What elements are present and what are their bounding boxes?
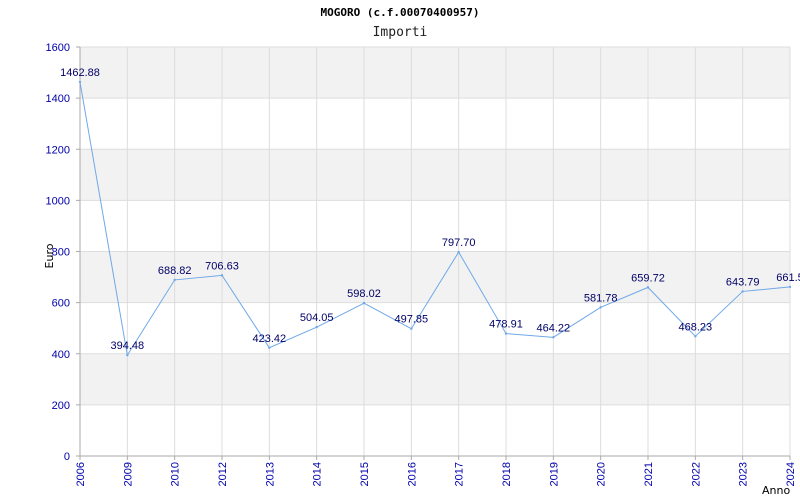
- y-tick-label: 400: [52, 349, 70, 361]
- data-point: [173, 278, 176, 282]
- x-tick-label: 2023: [738, 462, 750, 486]
- y-tick-label: 1600: [46, 42, 70, 54]
- y-tick-label: 1000: [46, 195, 70, 207]
- data-label: 661.5: [776, 272, 800, 284]
- data-point: [362, 301, 366, 305]
- x-tick-label: 2006: [75, 462, 87, 486]
- plot-band: [80, 251, 790, 303]
- plot-background: [80, 47, 790, 405]
- x-tick-label: 2021: [643, 462, 655, 486]
- data-point: [78, 80, 82, 84]
- data-point: [457, 250, 460, 254]
- x-tick-label: 2016: [406, 462, 418, 486]
- data-label: 468.23: [679, 321, 713, 333]
- plot-band: [80, 47, 790, 99]
- data-point: [788, 285, 792, 289]
- y-tick-label: 1200: [46, 144, 70, 156]
- x-tick-label: 2020: [596, 462, 608, 486]
- x-tick-label: 2019: [548, 462, 560, 486]
- data-label: 797.70: [442, 237, 476, 249]
- data-label: 706.63: [205, 260, 239, 272]
- series-line: [79, 81, 791, 357]
- y-tick-label: 0: [64, 451, 70, 463]
- x-tick-label: 2012: [217, 462, 229, 486]
- y-tick-label: 600: [52, 298, 70, 310]
- line-chart: 02004006008001000120014001600 2006 2009 20…: [43, 42, 800, 497]
- y-axis-title: Euro: [43, 243, 56, 268]
- data-point: [220, 274, 224, 277]
- data-point: [410, 327, 413, 330]
- x-tick-label: 2017: [454, 462, 466, 486]
- data-point: [646, 286, 650, 289]
- data-label: 1462.88: [60, 67, 100, 79]
- data-series: [78, 80, 792, 357]
- y-tick-label: 1400: [46, 93, 70, 105]
- plot-band: [80, 353, 790, 405]
- data-point: [268, 346, 271, 349]
- data-label: 423.42: [253, 333, 287, 345]
- data-label: 464.22: [537, 322, 571, 334]
- x-tick-label: 2024: [785, 462, 797, 486]
- x-tick-label: 2018: [501, 462, 513, 486]
- x-axis-ticks: 2006 2009 2010 2012 2013 2014 2015 2016 2017 2018…: [75, 462, 797, 486]
- x-axis-title: Anno: [762, 484, 790, 497]
- data-point: [504, 332, 508, 335]
- data-point: [694, 335, 697, 338]
- data-label: 659.72: [631, 272, 665, 284]
- data-point: [315, 325, 318, 329]
- x-tick-label: 2009: [122, 462, 134, 486]
- data-point: [599, 306, 602, 309]
- x-tick-label: 2022: [690, 462, 702, 486]
- data-label: 478.91: [489, 319, 523, 331]
- data-point: [741, 290, 744, 293]
- data-label: 581.78: [584, 292, 618, 304]
- data-point: [552, 336, 555, 339]
- x-tick-label: 2014: [312, 462, 324, 486]
- x-tick-label: 2015: [359, 462, 371, 486]
- data-label: 643.79: [726, 276, 760, 288]
- data-label: 394.48: [111, 340, 145, 352]
- data-label: 598.02: [347, 288, 381, 300]
- data-point: [126, 353, 129, 357]
- data-label: 688.82: [158, 265, 192, 277]
- data-label: 504.05: [300, 312, 334, 324]
- data-label: 497.85: [395, 314, 429, 326]
- plot-band: [80, 149, 790, 201]
- data-labels: 1462.88 394.48 688.82 706.63 423.42 504.05 598…: [60, 67, 800, 352]
- x-tick-label: 2013: [264, 462, 276, 486]
- y-tick-label: 200: [52, 400, 70, 412]
- x-tick-label: 2010: [170, 462, 182, 486]
